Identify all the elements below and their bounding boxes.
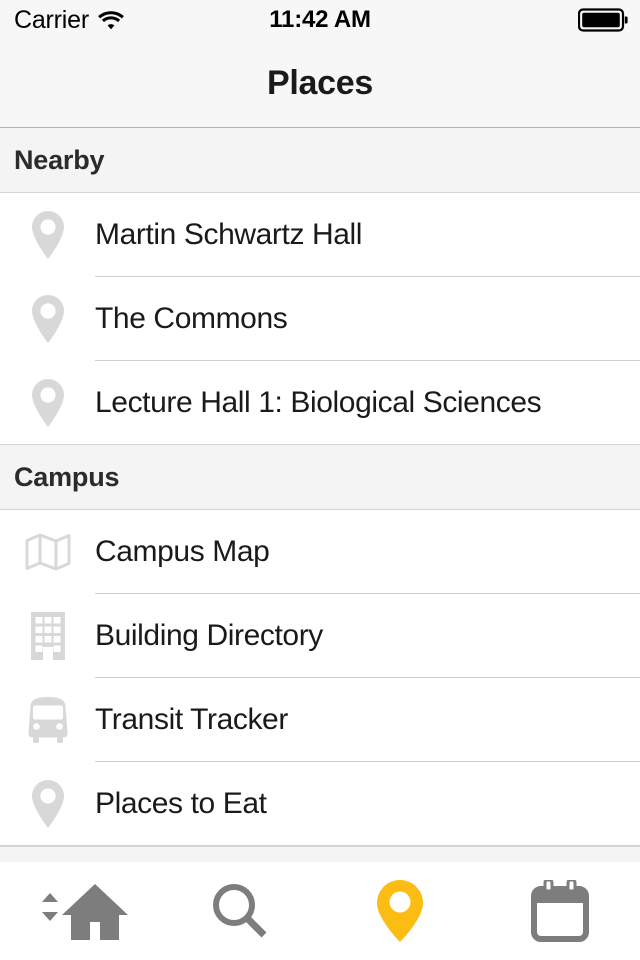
folded-map-icon bbox=[0, 530, 95, 574]
list-item[interactable]: The Commons bbox=[0, 277, 640, 361]
places-list[interactable]: Nearby Martin Schwartz Hall The Commons bbox=[0, 128, 640, 862]
map-pin-icon bbox=[0, 293, 95, 345]
map-pin-filled-icon bbox=[375, 878, 425, 944]
next-section-header-partial bbox=[0, 846, 640, 862]
list-item[interactable]: Martin Schwartz Hall bbox=[0, 193, 640, 277]
list-item[interactable]: Building Directory bbox=[0, 594, 640, 678]
list-item-label: The Commons bbox=[95, 302, 288, 335]
status-bar-time: 11:42 AM bbox=[269, 6, 371, 33]
tab-bar bbox=[0, 862, 640, 960]
navigation-bar: Places bbox=[0, 40, 640, 128]
status-bar: Carrier 11:42 AM bbox=[0, 0, 640, 40]
list-item-label: Places to Eat bbox=[95, 786, 267, 820]
list-item-label: Campus Map bbox=[95, 535, 270, 568]
home-selector-icon bbox=[32, 880, 128, 942]
map-pin-icon bbox=[0, 209, 95, 261]
page-title: Places bbox=[267, 64, 373, 102]
section-header-label: Campus bbox=[14, 461, 120, 492]
tab-search[interactable] bbox=[160, 862, 320, 960]
list-item[interactable]: Campus Map bbox=[0, 510, 640, 594]
tab-places[interactable] bbox=[320, 862, 480, 960]
map-pin-icon bbox=[0, 377, 95, 429]
list-item[interactable]: Places to Eat bbox=[0, 762, 640, 846]
map-pin-icon bbox=[0, 778, 95, 830]
battery-full-icon bbox=[578, 8, 628, 32]
section-header-nearby: Nearby bbox=[0, 128, 640, 193]
calendar-icon bbox=[530, 880, 590, 942]
tab-home[interactable] bbox=[0, 862, 160, 960]
section-header-campus: Campus bbox=[0, 445, 640, 510]
list-item[interactable]: Transit Tracker bbox=[0, 678, 640, 762]
search-icon bbox=[209, 880, 271, 942]
list-item-label: Building Directory bbox=[95, 619, 323, 652]
section-header-label: Nearby bbox=[14, 144, 105, 175]
list-item[interactable]: Lecture Hall 1: Biological Sciences bbox=[0, 361, 640, 445]
list-item-label: Lecture Hall 1: Biological Sciences bbox=[95, 385, 542, 419]
tab-calendar[interactable] bbox=[480, 862, 640, 960]
building-icon bbox=[0, 610, 95, 662]
app-screen: Carrier 11:42 AM Places Nearby Martin Sc… bbox=[0, 0, 640, 960]
bus-icon bbox=[0, 695, 95, 745]
list-item-label: Transit Tracker bbox=[95, 703, 288, 736]
status-bar-right bbox=[578, 8, 628, 32]
list-item-label: Martin Schwartz Hall bbox=[95, 218, 363, 251]
